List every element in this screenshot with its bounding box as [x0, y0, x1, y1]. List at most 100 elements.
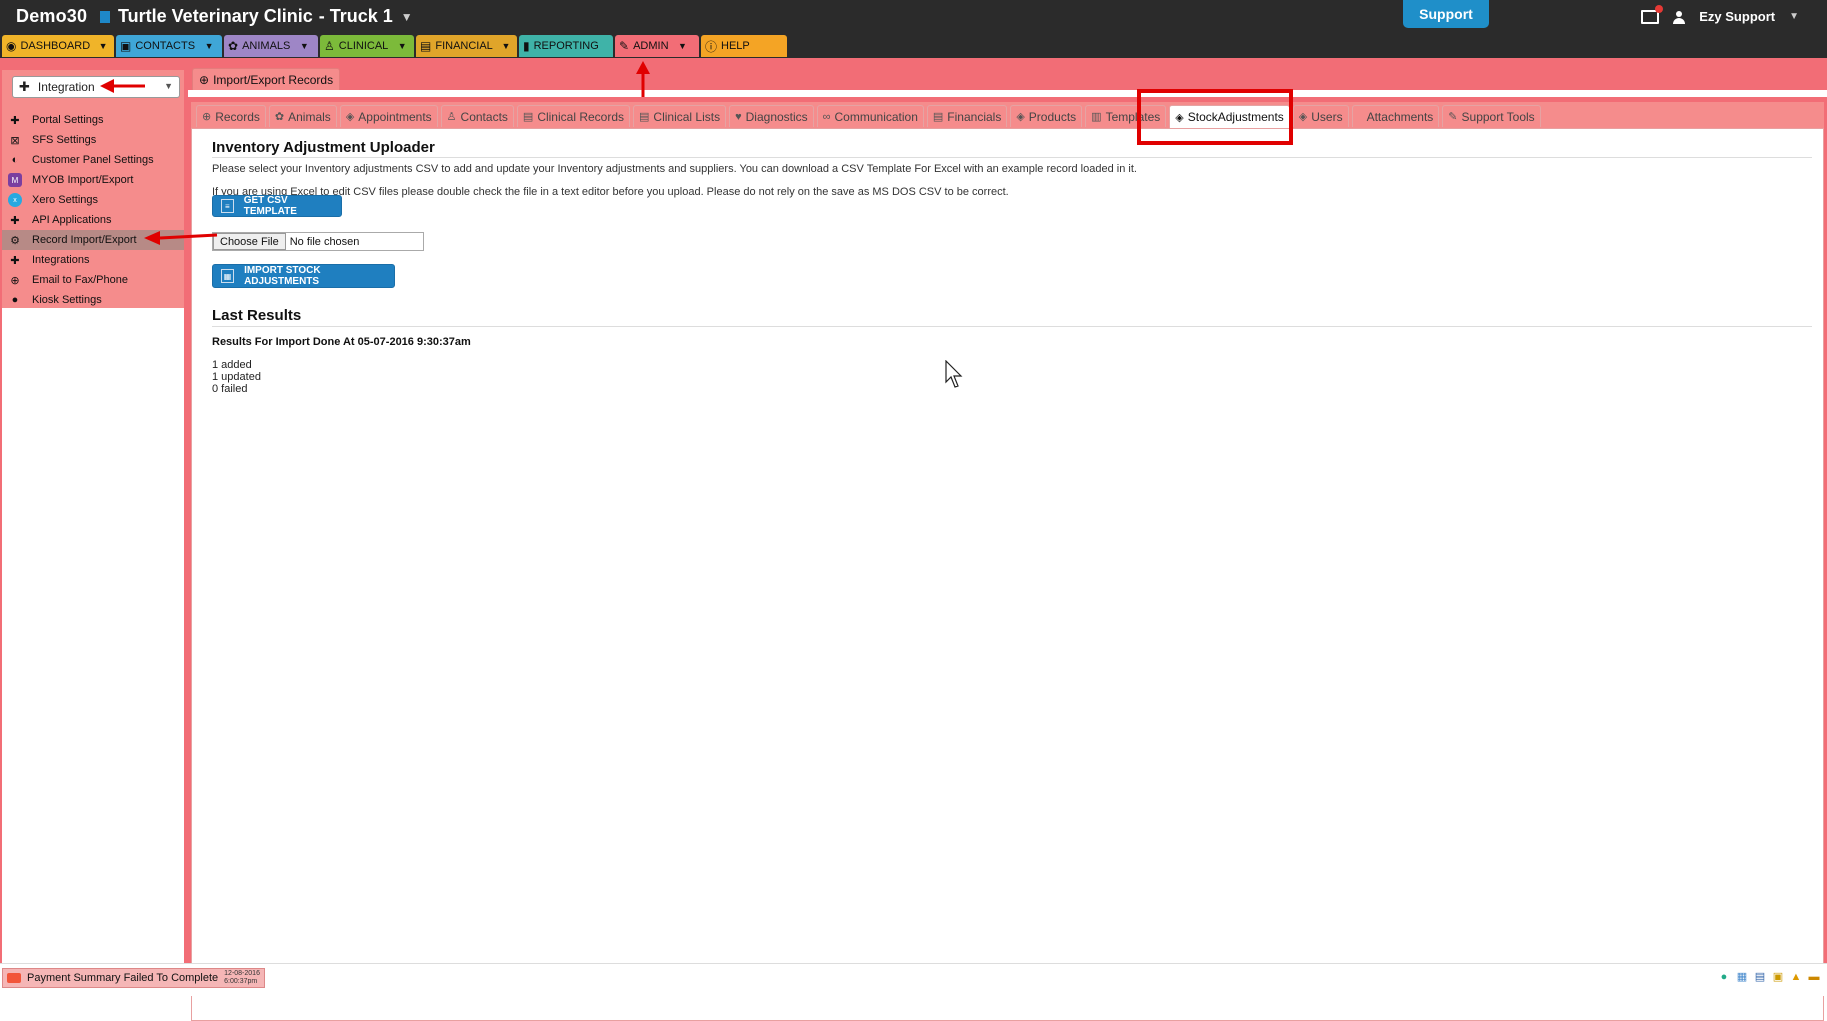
chevron-down-icon[interactable]: ▼: [396, 41, 408, 51]
subtab-label: Support Tools: [1461, 109, 1535, 124]
result-updated: 1 updated: [212, 371, 261, 383]
subtab-clinical-records[interactable]: ▤ Clinical Records: [516, 105, 631, 127]
subtab-templates[interactable]: ▥ Templates: [1085, 105, 1167, 127]
subtab-stock-adjustments[interactable]: ◈ StockAdjustments: [1169, 105, 1290, 128]
file-icon: ≡: [221, 199, 234, 213]
import-icon: ▦: [221, 269, 235, 283]
nav-contacts[interactable]: ▣ CONTACTS ▼: [116, 35, 222, 57]
subtab-communication[interactable]: ∞ Communication: [816, 105, 924, 127]
printer-icon[interactable]: ▣: [1771, 970, 1785, 984]
top-bar: Demo30 Turtle Veterinary Clinic - Truck …: [0, 0, 1827, 58]
subtab-label: Products: [1028, 109, 1077, 124]
subtab-label: StockAdjustments: [1187, 110, 1284, 124]
page-tab-strip: ⊕ Import/Export Records: [188, 58, 1827, 91]
subtab-appointments[interactable]: ◈ Appointments: [339, 105, 438, 127]
warning-icon[interactable]: ▲: [1789, 970, 1803, 984]
bar-chart-icon: ▮: [523, 39, 530, 53]
person-icon: ●: [11, 294, 19, 306]
notification-toast[interactable]: Payment Summary Failed To Complete 12-08…: [2, 968, 265, 988]
sidebar-item-label: Xero Settings: [32, 194, 99, 206]
cube-icon: ◈: [1016, 111, 1025, 123]
ledger-icon: ▤: [522, 111, 534, 123]
result-failed: 0 failed: [212, 383, 248, 395]
tab-import-export-records[interactable]: ⊕ Import/Export Records: [192, 68, 341, 91]
ledger-icon: ▤: [420, 39, 432, 53]
ledger-icon: ▤: [932, 111, 944, 123]
sidebar-item-sfs-settings[interactable]: ⊠ SFS Settings: [2, 130, 184, 150]
chevron-down-icon[interactable]: ▼: [677, 41, 689, 51]
main-content: ⊕ Import/Export Records ⊕ Records ✿ Animal…: [188, 58, 1827, 1021]
subtab-support-tools[interactable]: ✎ Support Tools: [1442, 105, 1541, 127]
subtab-clinical-lists[interactable]: ▤ Clinical Lists: [633, 105, 727, 127]
subtab-diagnostics[interactable]: ♥ Diagnostics: [729, 105, 814, 127]
import-stock-adjustments-button[interactable]: ▦ IMPORT STOCK ADJUSTMENTS: [212, 264, 395, 288]
nav-label: FINANCIAL: [435, 40, 493, 52]
nav-help[interactable]: ⓘ HELP: [701, 35, 787, 57]
get-csv-template-button[interactable]: ≡ GET CSV TEMPLATE: [212, 195, 342, 217]
file-input[interactable]: Choose File No file chosen: [212, 232, 424, 251]
sidebar-item-email-to-fax[interactable]: ⊕ Email to Fax/Phone: [2, 270, 184, 290]
sidebar-item-customer-panel-settings[interactable]: ◐ Customer Panel Settings: [2, 150, 184, 170]
puzzle-icon: ✚: [10, 254, 20, 267]
nav-animals[interactable]: ✿ ANIMALS ▼: [224, 35, 318, 57]
sidebar: ✚ Integration ▼ ✚ Portal Settings ⊠ SFS Se…: [2, 70, 184, 968]
subtab-label: Records: [215, 109, 260, 124]
person-icon: ♙: [446, 111, 457, 123]
chevron-down-icon[interactable]: ▼: [298, 41, 310, 51]
lock-icon[interactable]: ▬: [1807, 970, 1821, 984]
subtab-financials[interactable]: ▤ Financials: [926, 105, 1008, 127]
nav-label: ANIMALS: [242, 40, 291, 52]
section-title: Inventory Adjustment Uploader: [212, 139, 435, 156]
subtab-label: Diagnostics: [745, 109, 808, 124]
sidebar-item-xero[interactable]: x Xero Settings: [2, 190, 184, 210]
notification-dot: [1655, 4, 1664, 13]
sidebar-item-myob[interactable]: M MYOB Import/Export: [2, 170, 184, 190]
question-icon: ⓘ: [705, 39, 718, 54]
sidebar-item-api-applications[interactable]: ✚ API Applications: [2, 210, 184, 230]
nav-label: DASHBOARD: [20, 40, 91, 52]
globe-icon[interactable]: ●: [1717, 970, 1731, 984]
mail-icon[interactable]: [1641, 4, 1664, 24]
sfs-icon: ⊠: [10, 134, 20, 147]
nav-reporting[interactable]: ▮ REPORTING: [519, 35, 613, 57]
sidebar-item-kiosk-settings[interactable]: ● Kiosk Settings: [2, 290, 184, 310]
sidebar-item-record-import-export[interactable]: ⚙ Record Import/Export: [2, 230, 184, 250]
subtab-animals[interactable]: ✿ Animals: [268, 105, 337, 127]
support-button[interactable]: Support: [1403, 0, 1489, 28]
clinic-color-icon: [100, 10, 110, 23]
subtab-label: Contacts: [460, 109, 508, 124]
nav-admin[interactable]: ✎ ADMIN ▼: [615, 35, 699, 57]
stock-adjustments-panel: Inventory Adjustment Uploader Please sel…: [191, 128, 1824, 1021]
choose-file-button[interactable]: Choose File: [213, 233, 286, 250]
sidebar-item-label: API Applications: [32, 214, 112, 226]
status-bar: Payment Summary Failed To Complete 12-08…: [0, 963, 1827, 996]
subtab-products[interactable]: ◈ Products: [1010, 105, 1083, 127]
clinic-selector[interactable]: Turtle Veterinary Clinic - Truck 1 ▼: [100, 6, 413, 27]
notification-text: Payment Summary Failed To Complete: [27, 972, 219, 984]
nav-clinical[interactable]: ♙ CLINICAL ▼: [320, 35, 414, 57]
subtab-users[interactable]: ◈ Users: [1292, 105, 1349, 127]
system-tray: ● ▦ ▤ ▣ ▲ ▬: [1717, 970, 1821, 984]
nav-dashboard[interactable]: ◉ DASHBOARD ▼: [2, 35, 114, 57]
sidebar-item-portal-settings[interactable]: ✚ Portal Settings: [2, 110, 184, 130]
subtab-label: Clinical Records: [537, 109, 625, 124]
chevron-down-icon[interactable]: ▼: [501, 41, 511, 51]
nav-financial[interactable]: ▤ FINANCIAL ▼: [416, 35, 517, 57]
subtab-records[interactable]: ⊕ Records: [196, 105, 266, 127]
subtab-label: Communication: [834, 109, 918, 124]
sidebar-item-integrations[interactable]: ✚ Integrations: [2, 250, 184, 270]
chevron-down-icon: ▼: [400, 9, 413, 24]
chevron-down-icon[interactable]: ▼: [98, 41, 108, 51]
calculator-icon[interactable]: ▤: [1753, 970, 1767, 984]
calendar-icon[interactable]: ▦: [1735, 970, 1749, 984]
button-label: GET CSV TEMPLATE: [243, 195, 297, 217]
user-menu[interactable]: Ezy Support ▼: [1641, 4, 1799, 24]
subtab-attachments[interactable]: Attachments: [1351, 105, 1440, 127]
section-select[interactable]: ✚ Integration ▼: [12, 76, 180, 98]
subtab-contacts[interactable]: ♙ Contacts: [440, 105, 514, 127]
chevron-down-icon[interactable]: ▼: [203, 41, 215, 51]
subtab-label: Templates: [1105, 109, 1161, 124]
heart-icon: ♥: [735, 110, 742, 123]
divider: [212, 157, 1812, 158]
sidebar-item-label: Kiosk Settings: [32, 294, 102, 306]
